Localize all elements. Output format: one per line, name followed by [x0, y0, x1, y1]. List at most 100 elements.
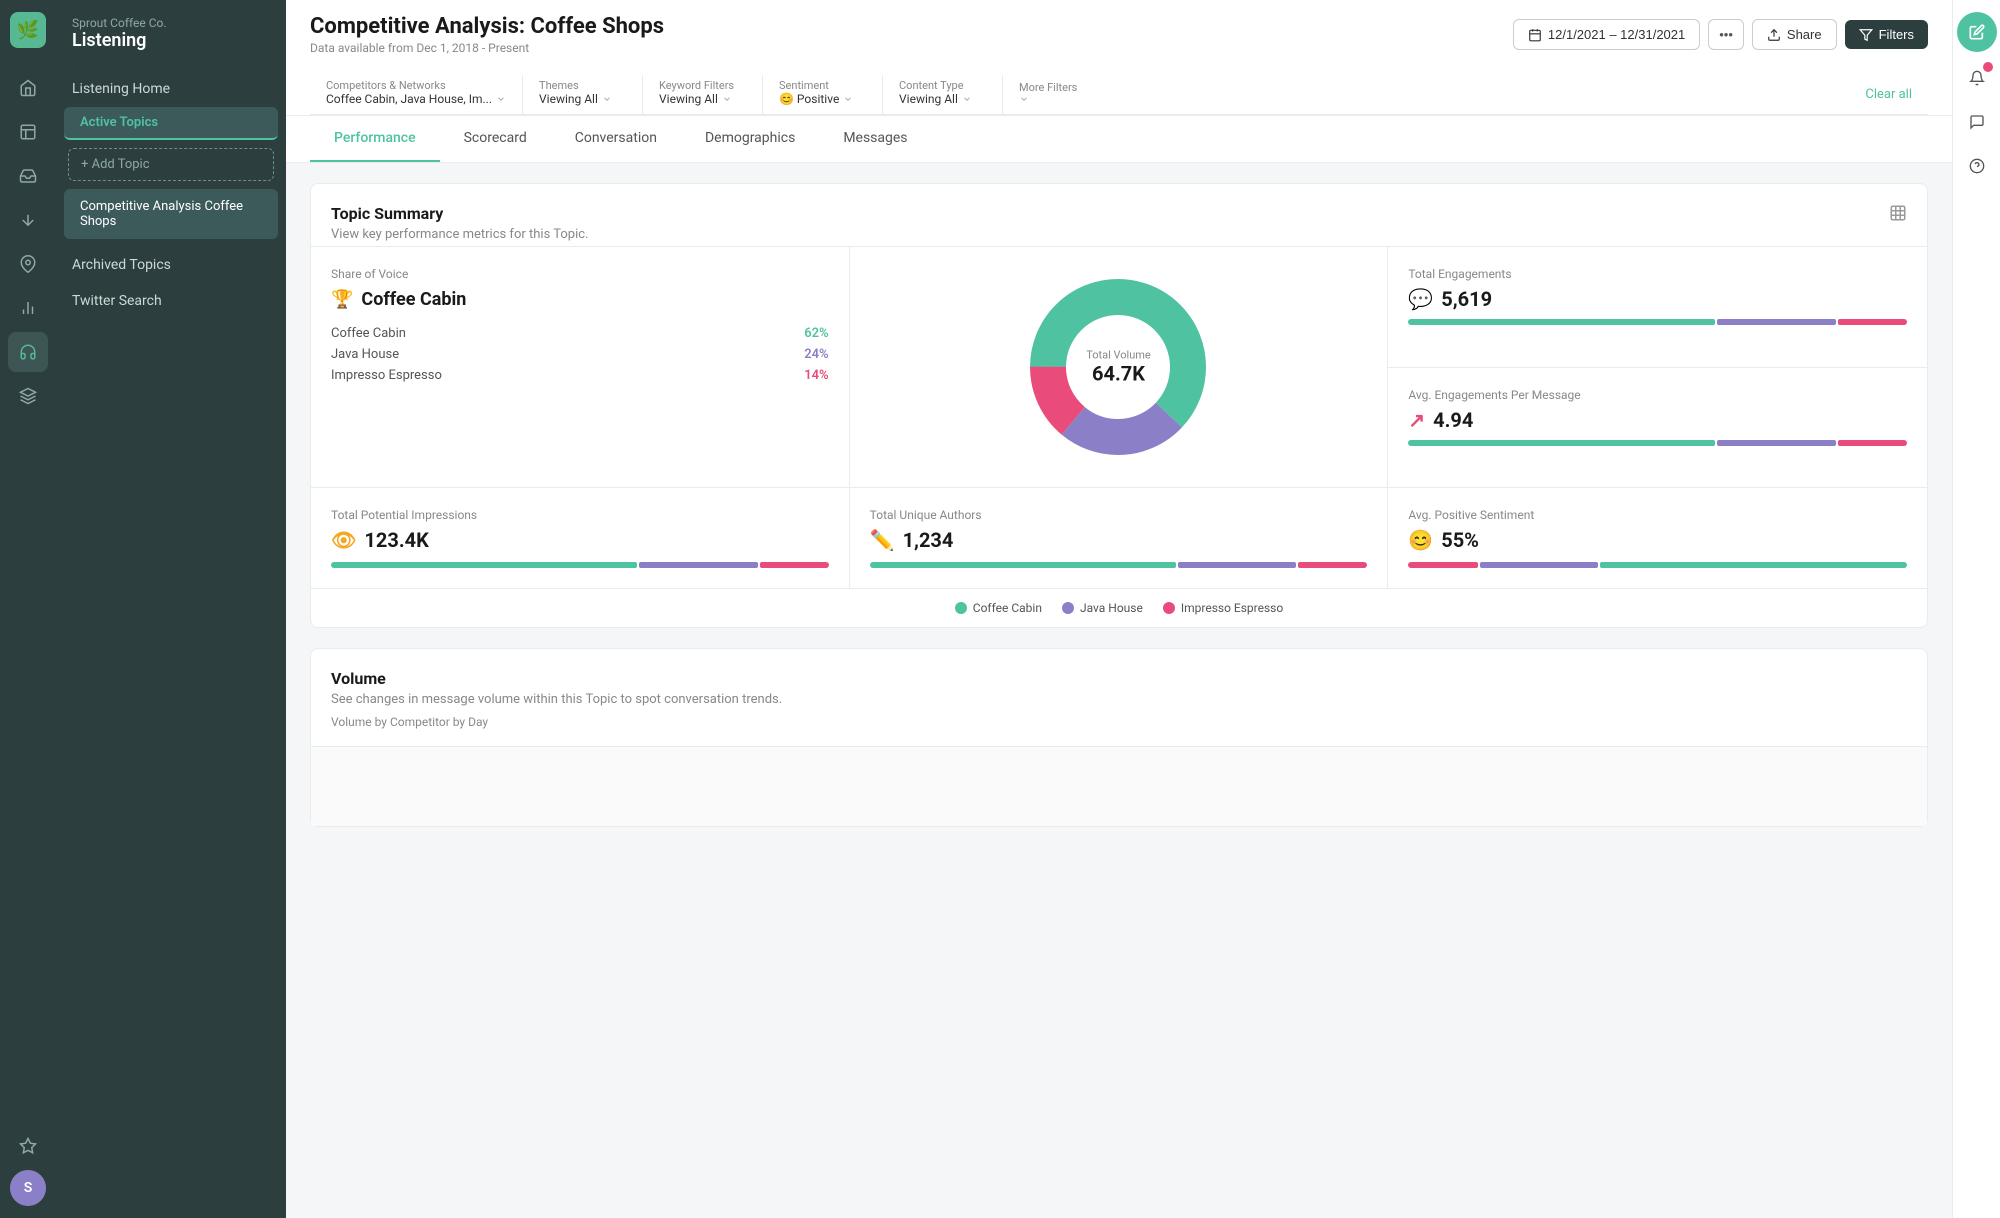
compose-button[interactable] — [1957, 12, 1997, 52]
filters-button[interactable]: Filters — [1845, 20, 1928, 49]
chart-legend: Coffee Cabin Java House Impresso Espress… — [311, 588, 1927, 627]
sidebar-item-listening-home[interactable]: Listening Home — [56, 71, 286, 107]
topic-summary-card: Topic Summary View key performance metri… — [310, 183, 1928, 628]
legend-dot-3 — [1163, 602, 1175, 614]
filter-competitors-label: Competitors & Networks — [326, 79, 506, 92]
sentiment-cell: Avg. Positive Sentiment 😊 55% — [1388, 488, 1927, 588]
sov-row-2: Java House 24% — [331, 347, 829, 362]
filter-competitors[interactable]: Competitors & Networks Coffee Cabin, Jav… — [310, 75, 523, 114]
bottom-metrics: Total Potential Impressions 👁 123.4K Tot… — [311, 488, 1927, 588]
sidebar-item-twitter-search[interactable]: Twitter Search — [56, 283, 286, 319]
nav-icon-pin[interactable] — [8, 244, 48, 284]
volume-title: Volume — [331, 669, 782, 688]
engagements-bar — [1408, 319, 1907, 325]
date-range-button[interactable]: 12/1/2021 – 12/31/2021 — [1513, 19, 1700, 50]
sidebar-item-active-topics[interactable]: Active Topics — [64, 107, 278, 140]
table-view-icon[interactable] — [1889, 204, 1907, 226]
nav-icon-listening[interactable] — [8, 332, 48, 372]
sentiment-value: 😊 55% — [1408, 528, 1907, 552]
sidebar-item-archived-topics[interactable]: Archived Topics — [56, 247, 286, 283]
volume-subtitle: See changes in message volume within thi… — [331, 692, 782, 707]
card-title: Topic Summary — [331, 204, 589, 223]
share-label: Share — [1787, 27, 1822, 42]
sidebar-item-current-topic[interactable]: Competitive Analysis Coffee Shops — [64, 189, 278, 239]
share-button[interactable]: Share — [1752, 19, 1837, 50]
share-of-voice-cell: Share of Voice 🏆 Coffee Cabin Coffee Cab… — [311, 247, 850, 488]
nav-icon-inbox[interactable] — [8, 156, 48, 196]
tab-scorecard[interactable]: Scorecard — [440, 116, 551, 162]
help-button[interactable] — [1959, 148, 1995, 184]
avg-engagements-value: ↗ 4.94 — [1408, 408, 1907, 432]
authors-cell: Total Unique Authors ✏️ 1,234 — [850, 488, 1389, 588]
filter-content-type-label: Content Type — [899, 79, 986, 92]
donut-chart: Total Volume 64.7K — [1018, 267, 1218, 467]
smile-icon: 😊 — [1408, 528, 1433, 552]
notifications-button[interactable] — [1959, 60, 1995, 96]
notification-badge — [1983, 62, 1993, 72]
impressions-bar — [331, 562, 829, 568]
nav-icon-star[interactable] — [8, 1126, 48, 1166]
page-title: Competitive Analysis: Coffee Shops — [310, 14, 664, 39]
more-options-button[interactable]: ••• — [1708, 19, 1744, 50]
volume-by-competitor-label: Volume by Competitor by Day — [331, 715, 488, 729]
legend-label-1: Coffee Cabin — [973, 601, 1042, 615]
messages-button[interactable] — [1959, 104, 1995, 140]
tab-performance[interactable]: Performance — [310, 116, 440, 162]
brand: Sprout Coffee Co. Listening — [56, 16, 286, 71]
nav-icon-home[interactable] — [8, 68, 48, 108]
main-content: Competitive Analysis: Coffee Shops Data … — [286, 0, 1952, 1218]
icon-rail: 🌿 S — [0, 0, 56, 1218]
legend-dot-2 — [1062, 602, 1074, 614]
nav-icon-topics[interactable] — [8, 112, 48, 152]
total-engagements-cell: Total Engagements 💬 5,619 — [1388, 247, 1927, 368]
eye-icon: 👁 — [331, 528, 356, 552]
competitor-2-pct: 24% — [804, 347, 828, 362]
sov-row-3: Impresso Espresso 14% — [331, 368, 829, 383]
impressions-label: Total Potential Impressions — [331, 508, 829, 522]
nav-icon-publish[interactable] — [8, 200, 48, 240]
filter-sentiment-value: 😊 Positive — [779, 92, 866, 106]
donut-chart-cell: Total Volume 64.7K — [850, 247, 1389, 488]
volume-card: Volume See changes in message volume wit… — [310, 648, 1928, 827]
date-range-label: 12/1/2021 – 12/31/2021 — [1548, 27, 1685, 42]
card-header-text: Topic Summary View key performance metri… — [331, 204, 589, 242]
tab-demographics[interactable]: Demographics — [681, 116, 819, 162]
legend-label-2: Java House — [1080, 601, 1143, 615]
competitor-3-pct: 14% — [804, 368, 828, 383]
sov-label: Share of Voice — [331, 267, 829, 281]
legend-item-2: Java House — [1062, 601, 1143, 615]
filter-more-value — [1019, 94, 1107, 104]
add-topic-button[interactable]: + Add Topic — [68, 148, 274, 181]
sov-winner-name: Coffee Cabin — [361, 289, 466, 310]
filter-keywords[interactable]: Keyword Filters Viewing All — [643, 75, 763, 114]
avg-engagements-bar — [1408, 440, 1907, 446]
content-area: Topic Summary View key performance metri… — [286, 163, 1952, 1218]
filter-sentiment[interactable]: Sentiment 😊 Positive — [763, 75, 883, 114]
page-info: Competitive Analysis: Coffee Shops Data … — [310, 14, 664, 55]
user-avatar[interactable]: S — [10, 1170, 46, 1206]
sov-winner: 🏆 Coffee Cabin — [331, 289, 829, 310]
filter-bar: Competitors & Networks Coffee Cabin, Jav… — [310, 67, 1928, 115]
filter-themes[interactable]: Themes Viewing All — [523, 75, 643, 114]
filters-label: Filters — [1879, 27, 1914, 42]
total-engagements-label: Total Engagements — [1408, 267, 1907, 281]
filter-more[interactable]: More Filters — [1003, 77, 1123, 112]
competitor-1-pct: 62% — [804, 326, 828, 341]
tab-messages[interactable]: Messages — [819, 116, 931, 162]
tab-conversation[interactable]: Conversation — [551, 116, 681, 162]
authors-value: ✏️ 1,234 — [870, 528, 1368, 552]
company-name: Sprout Coffee Co. — [72, 16, 270, 30]
right-rail — [1952, 0, 2000, 1218]
sov-row-1: Coffee Cabin 62% — [331, 326, 829, 341]
filter-content-type[interactable]: Content Type Viewing All — [883, 75, 1003, 114]
total-volume-label: Total Volume — [1086, 349, 1151, 362]
nav-icon-reports[interactable] — [8, 288, 48, 328]
authors-bar — [870, 562, 1368, 568]
header-row: Competitive Analysis: Coffee Shops Data … — [310, 14, 1928, 67]
impressions-cell: Total Potential Impressions 👁 123.4K — [311, 488, 850, 588]
authors-label: Total Unique Authors — [870, 508, 1368, 522]
filter-content-type-value: Viewing All — [899, 92, 986, 106]
nav-icon-automation[interactable] — [8, 376, 48, 416]
clear-all-button[interactable]: Clear all — [1849, 87, 1928, 102]
filter-themes-label: Themes — [539, 79, 626, 92]
